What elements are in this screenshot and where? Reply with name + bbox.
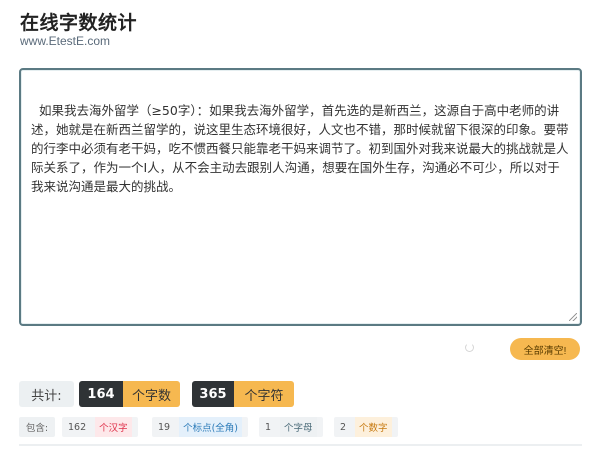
text-input-area[interactable]: 如果我去海外留学（≥50字）：如果我去海外留学，首先选的是新西兰，这源自于高中老…	[19, 68, 582, 326]
detail-count: 19	[158, 421, 171, 433]
text-input-content: 如果我去海外留学（≥50字）：如果我去海外留学，首先选的是新西兰，这源自于高中老…	[31, 103, 569, 194]
char-count-badge: 164 个字数	[79, 381, 180, 407]
detail-unit: 个数字	[355, 417, 392, 437]
details-label: 包含:	[19, 417, 55, 437]
clear-all-button[interactable]: 全部清空!	[510, 338, 580, 360]
char-count-unit: 个字数	[123, 381, 180, 407]
loading-spinner-icon	[465, 343, 474, 352]
detail-unit: 个字母	[280, 417, 317, 437]
detail-count: 1	[265, 421, 272, 433]
detail-punctuation: 19 个标点(全角)	[152, 417, 249, 437]
detail-letters: 1 个字母	[259, 417, 323, 437]
summary-label: 共计:	[19, 381, 74, 407]
detail-unit: 个汉字	[95, 417, 132, 437]
detail-chinese-chars: 162 个汉字	[62, 417, 138, 437]
site-url[interactable]: www.EtestE.com	[20, 34, 110, 48]
symbol-count-unit: 个字符	[234, 381, 294, 407]
symbol-count-badge: 365 个字符	[192, 381, 294, 407]
resize-handle-icon[interactable]	[569, 313, 577, 321]
page-title: 在线字数统计	[20, 12, 138, 34]
detail-unit: 个标点(全角)	[179, 417, 243, 437]
section-divider	[19, 444, 582, 446]
symbol-count-value: 365	[192, 381, 234, 407]
detail-count: 162	[68, 421, 87, 433]
detail-digits: 2 个数字	[334, 417, 398, 437]
char-count-value: 164	[79, 381, 123, 407]
detail-count: 2	[340, 421, 347, 433]
